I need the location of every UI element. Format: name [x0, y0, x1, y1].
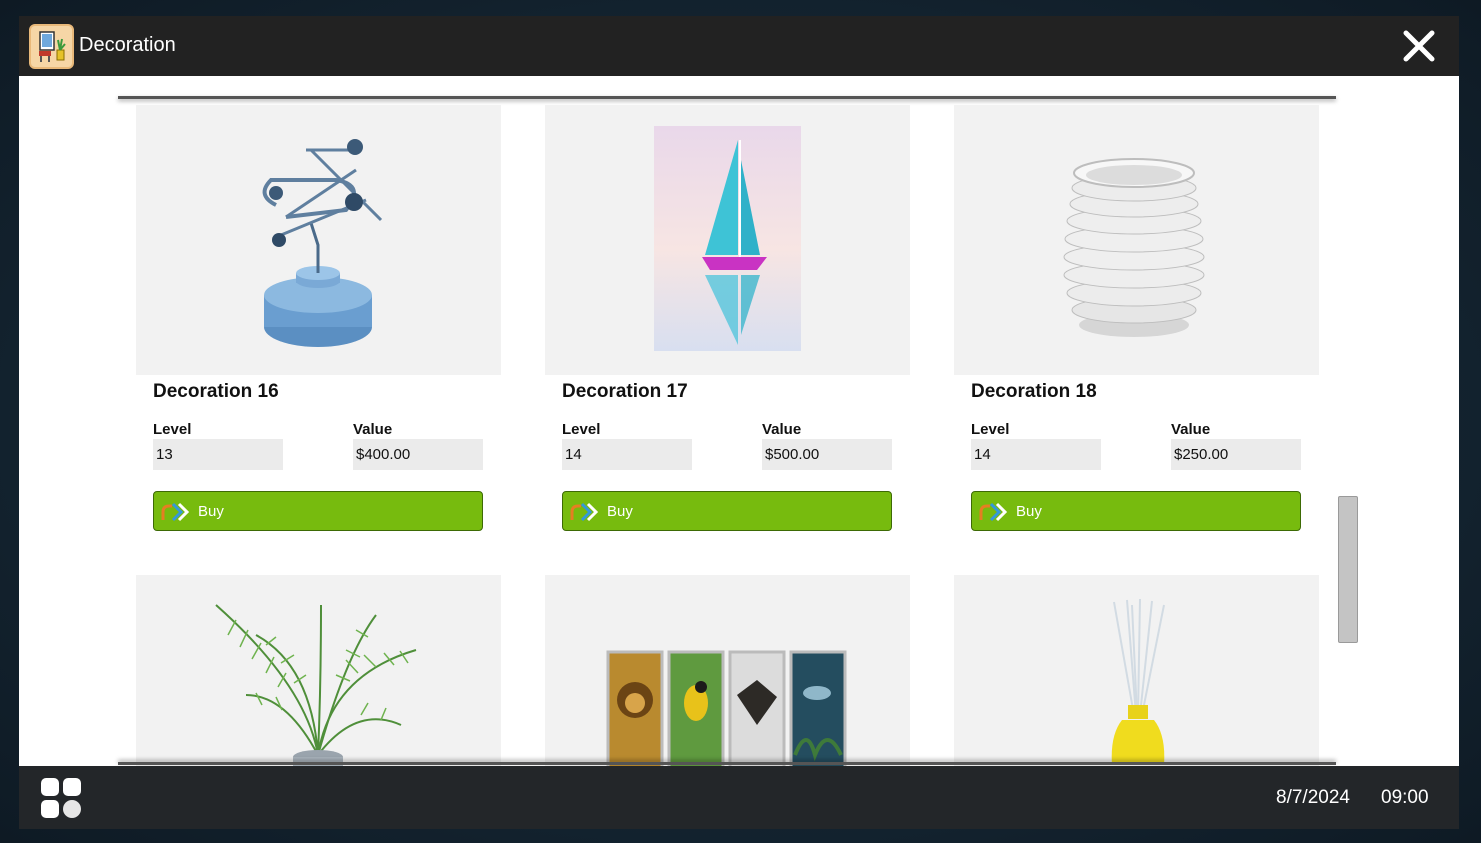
top-divider — [118, 96, 1336, 99]
buy-label: Buy — [607, 503, 633, 520]
taskbar: 8/7/2024 09:00 — [19, 766, 1459, 829]
item-image — [545, 105, 910, 375]
ribbed-vase-image — [1063, 158, 1205, 337]
buy-button[interactable]: Buy — [971, 491, 1301, 531]
taskbar-time: 09:00 — [1381, 787, 1429, 808]
value-field: $250.00 — [1171, 439, 1301, 470]
potted-palm-image — [215, 604, 417, 766]
buy-arrow-icon — [161, 502, 190, 522]
item-title: Decoration 16 — [153, 381, 279, 402]
value-field: $400.00 — [353, 439, 483, 470]
item-image — [545, 575, 910, 766]
buy-arrow-icon — [979, 502, 1008, 522]
background: Decoration Decoration 16 Level Value 13 … — [0, 0, 1481, 843]
level-label: Level — [971, 421, 1010, 438]
window-title: Decoration — [79, 34, 176, 56]
bottom-divider — [118, 762, 1336, 765]
sailboat-painting-image — [654, 126, 801, 351]
kinetic-sculpture-image — [262, 139, 383, 347]
apps-grid-icon[interactable] — [39, 776, 83, 820]
value-field: $500.00 — [762, 439, 892, 470]
animal-panels-image — [606, 650, 847, 766]
item-image — [954, 105, 1319, 375]
buy-button[interactable]: Buy — [153, 491, 483, 531]
item-image — [136, 575, 501, 766]
value-label: Value — [353, 421, 393, 438]
value-label: Value — [762, 421, 802, 438]
buy-label: Buy — [198, 503, 224, 520]
title-bar: Decoration — [19, 16, 1459, 76]
decoration-app-icon — [29, 24, 74, 69]
level-label: Level — [562, 421, 601, 438]
level-label: Level — [153, 421, 192, 438]
close-icon[interactable] — [1401, 28, 1437, 64]
item-image — [954, 575, 1319, 766]
level-field: 13 — [153, 439, 283, 470]
taskbar-date: 8/7/2024 — [1276, 787, 1350, 808]
item-title: Decoration 18 — [971, 381, 1097, 402]
buy-arrow-icon — [570, 502, 599, 522]
reed-diffuser-image — [1111, 598, 1165, 765]
buy-label: Buy — [1016, 503, 1042, 520]
item-title: Decoration 17 — [562, 381, 688, 402]
buy-button[interactable]: Buy — [562, 491, 892, 531]
decoration-window: Decoration Decoration 16 Level Value 13 … — [19, 16, 1459, 829]
scrollbar-thumb[interactable] — [1338, 496, 1358, 643]
catalog-grid[interactable]: Decoration 16 Level Value 13 $400.00 Buy — [19, 76, 1459, 766]
level-field: 14 — [562, 439, 692, 470]
level-field: 14 — [971, 439, 1101, 470]
value-label: Value — [1171, 421, 1211, 438]
item-image — [136, 105, 501, 375]
